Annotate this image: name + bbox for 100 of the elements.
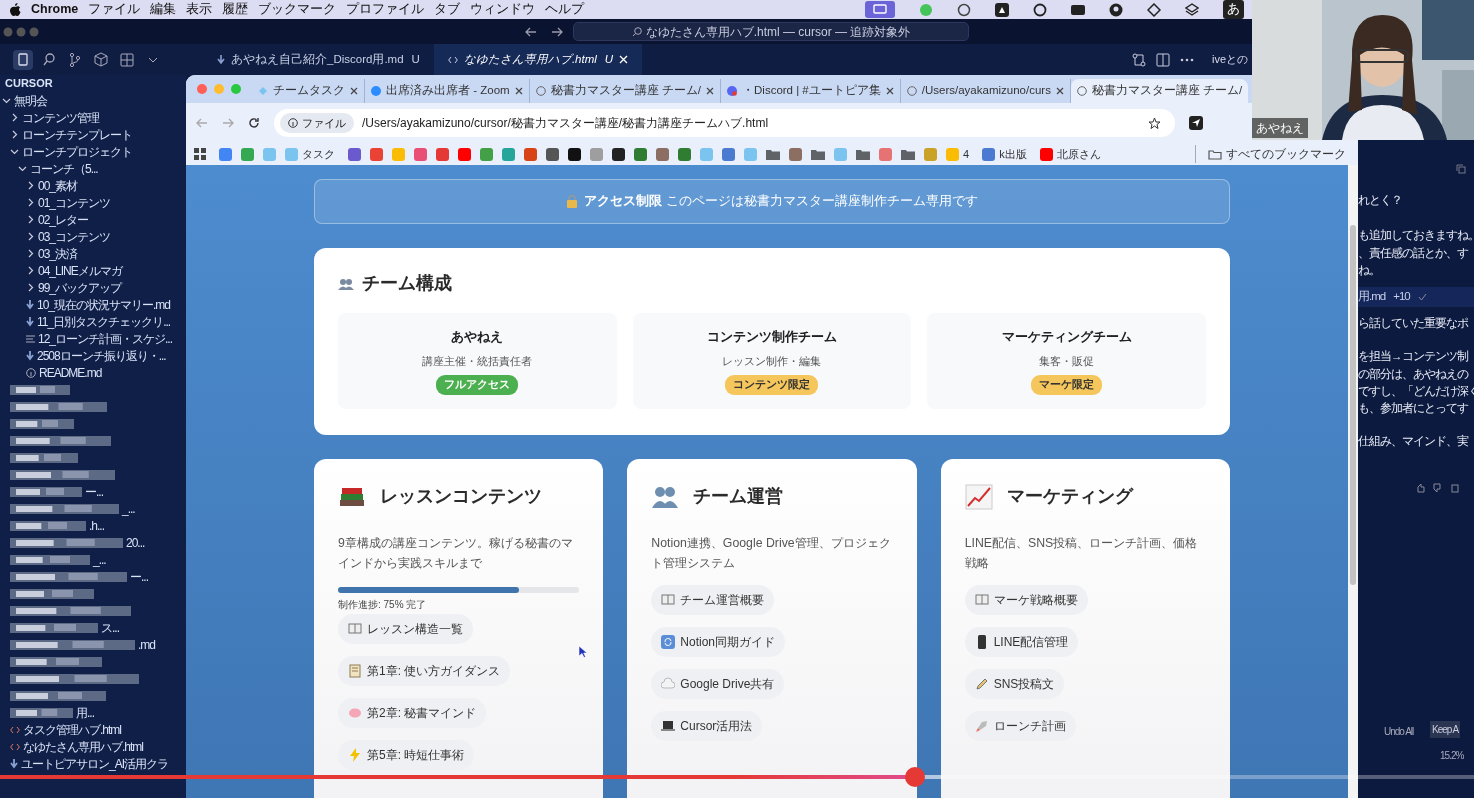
- folder-item[interactable]: 00_素材: [38, 176, 78, 195]
- forward-arrow-icon[interactable]: [551, 26, 563, 37]
- window-icon[interactable]: [1071, 2, 1085, 17]
- file-change-chip[interactable]: 用.md +10: [1358, 287, 1474, 307]
- compare-icon[interactable]: [1131, 52, 1146, 67]
- menu-item[interactable]: ウィンドウ: [470, 0, 536, 19]
- bookmark[interactable]: 北原さん: [1039, 145, 1101, 163]
- menu-item[interactable]: 表示: [186, 0, 213, 19]
- file-item[interactable]: 20...: [126, 533, 145, 552]
- resource-link[interactable]: SNS投稿文: [964, 669, 1065, 700]
- diamond-icon[interactable]: [1147, 2, 1161, 17]
- chevron-right-icon[interactable]: [10, 113, 19, 122]
- file-item[interactable]: README.md: [39, 363, 102, 382]
- browser-tab[interactable]: 秘書力マスター講座 チーム/: [1070, 79, 1249, 103]
- file-item[interactable]: ー...: [130, 567, 148, 586]
- file-item[interactable]: 2508ローンチ振り返り・...: [37, 346, 166, 365]
- browser-tab[interactable]: ・Discord | #ユートピア集: [721, 79, 901, 103]
- folder-item[interactable]: 01_コンテンツ: [38, 193, 111, 212]
- file-item[interactable]: 10_現在の状況サマリー.md: [37, 295, 171, 314]
- files-icon[interactable]: [13, 49, 33, 70]
- send-icon[interactable]: [1189, 116, 1203, 130]
- chevron-right-icon[interactable]: [26, 232, 35, 241]
- bookmark-folder-icon[interactable]: [901, 148, 915, 160]
- menu-item[interactable]: ファイル: [88, 0, 141, 19]
- resource-link[interactable]: Notion同期ガイド: [651, 627, 785, 658]
- file-item[interactable]: なゆたさん専用ハブ.html: [23, 737, 143, 756]
- menu-item[interactable]: 履歴: [222, 0, 249, 19]
- chevron-right-icon[interactable]: [26, 215, 35, 224]
- bookmark-folder-icon[interactable]: [856, 148, 870, 160]
- chevron-right-icon[interactable]: [26, 249, 35, 258]
- bookmark[interactable]: 4: [946, 145, 970, 163]
- menu-item[interactable]: プロファイル: [346, 0, 425, 19]
- folder-item[interactable]: 無明会: [14, 91, 47, 110]
- bookmark-app-icon[interactable]: [546, 147, 559, 161]
- close-icon[interactable]: [1055, 87, 1064, 95]
- split-view-icon[interactable]: [1155, 52, 1170, 67]
- apps-grid-icon[interactable]: [194, 148, 206, 160]
- editor-tab[interactable]: なゆたさん専用ハブ.html U: [433, 44, 643, 75]
- input-mode-indicator[interactable]: あ: [1223, 0, 1244, 19]
- close-icon[interactable]: [885, 87, 894, 95]
- file-item[interactable]: _...: [122, 499, 135, 518]
- folder-item[interactable]: 99_バックアップ: [38, 278, 122, 297]
- file-item[interactable]: ユートピアサロン_AI活用クラ: [21, 754, 168, 773]
- close-icon[interactable]: [706, 87, 714, 95]
- menu-item[interactable]: 編集: [150, 0, 177, 19]
- folder-item[interactable]: コンテンツ管理: [22, 108, 99, 127]
- resource-link[interactable]: Google Drive共有: [651, 669, 785, 700]
- browser-tab[interactable]: 出席済み出席者 - Zoom: [365, 79, 530, 103]
- chevron-right-icon[interactable]: [26, 181, 35, 190]
- file-item[interactable]: 用...: [76, 703, 94, 722]
- app-menu[interactable]: Chrome: [31, 0, 79, 19]
- resource-link[interactable]: 第1章: 使い方ガイダンス: [338, 656, 511, 687]
- chevron-right-icon[interactable]: [10, 130, 19, 139]
- resource-link[interactable]: Cursor活用法: [651, 711, 763, 742]
- keep-all-button[interactable]: Keep A: [1430, 721, 1461, 738]
- file-item[interactable]: ス...: [101, 618, 119, 637]
- more-icon[interactable]: [1179, 57, 1194, 62]
- chevron-right-icon[interactable]: [26, 283, 35, 292]
- folder-item[interactable]: 02_レター: [38, 210, 89, 229]
- resource-link[interactable]: 第5章: 時短仕事術: [338, 740, 475, 771]
- file-item[interactable]: 12_ローンチ計画・スケジ...: [38, 329, 173, 348]
- file-item[interactable]: 11_日別タスクチェックリ...: [37, 312, 171, 331]
- bookmark-folder-icon[interactable]: [766, 148, 780, 160]
- browser-tab[interactable]: チームタスク: [252, 79, 365, 103]
- resource-link[interactable]: ローンチ計画: [964, 711, 1076, 742]
- menu-item[interactable]: ブックマーク: [258, 0, 337, 19]
- folder-item[interactable]: ローンチテンプレート: [22, 125, 132, 144]
- file-item[interactable]: ー...: [85, 482, 103, 501]
- bookmark-app-icon[interactable]: [568, 147, 581, 161]
- close-icon[interactable]: [514, 87, 523, 95]
- undo-all-button[interactable]: Undo All: [1384, 724, 1414, 739]
- command-search-field[interactable]: なゆたさん専用ハブ.html — cursor — 追跡対象外: [573, 22, 969, 41]
- star-icon[interactable]: [1148, 116, 1161, 130]
- screen-share-icon[interactable]: [865, 1, 895, 18]
- site-info-chip[interactable]: ファイル: [280, 112, 354, 134]
- resource-link[interactable]: LINE配信管理: [964, 627, 1079, 658]
- scrollbar[interactable]: [1348, 165, 1358, 798]
- menu-item[interactable]: ヘルプ: [545, 0, 585, 19]
- menu-item[interactable]: タブ: [434, 0, 461, 19]
- browser-tab[interactable]: 秘書力マスター講座 チーム/: [529, 79, 721, 103]
- chevron-down-icon[interactable]: [18, 164, 27, 173]
- chevron-down-icon[interactable]: [2, 96, 11, 105]
- chevron-down-icon[interactable]: [10, 147, 19, 156]
- resource-link[interactable]: 第2章: 秘書マインド: [338, 698, 487, 729]
- close-icon[interactable]: [350, 87, 358, 95]
- resource-link[interactable]: マーケ戦略概要: [964, 585, 1088, 616]
- layers-icon[interactable]: [1185, 2, 1199, 17]
- circle-icon[interactable]: [1033, 2, 1047, 17]
- folder-item[interactable]: コーンチ（5...: [30, 159, 98, 178]
- editor-tab[interactable]: あやねえ自己紹介_Discord用.md U: [203, 44, 434, 75]
- video-progress-track[interactable]: [0, 775, 1474, 779]
- resource-link[interactable]: チーム運営概要: [651, 585, 775, 616]
- all-bookmarks-button[interactable]: すべてのブックマーク: [1195, 145, 1346, 163]
- address-bar[interactable]: ファイル /Users/ayakamizuno/cursor/秘書力マスター講座/秘書力講座チームハブ.html: [274, 109, 1175, 137]
- resource-link[interactable]: レッスン構造一覧: [338, 614, 473, 645]
- folder-item[interactable]: ローンチプロジェクト: [22, 142, 132, 161]
- bookmark-folder-icon[interactable]: [811, 148, 825, 160]
- file-item[interactable]: .h...: [89, 516, 104, 535]
- bookmark[interactable]: タスク: [285, 145, 335, 163]
- chevron-right-icon[interactable]: [26, 266, 35, 275]
